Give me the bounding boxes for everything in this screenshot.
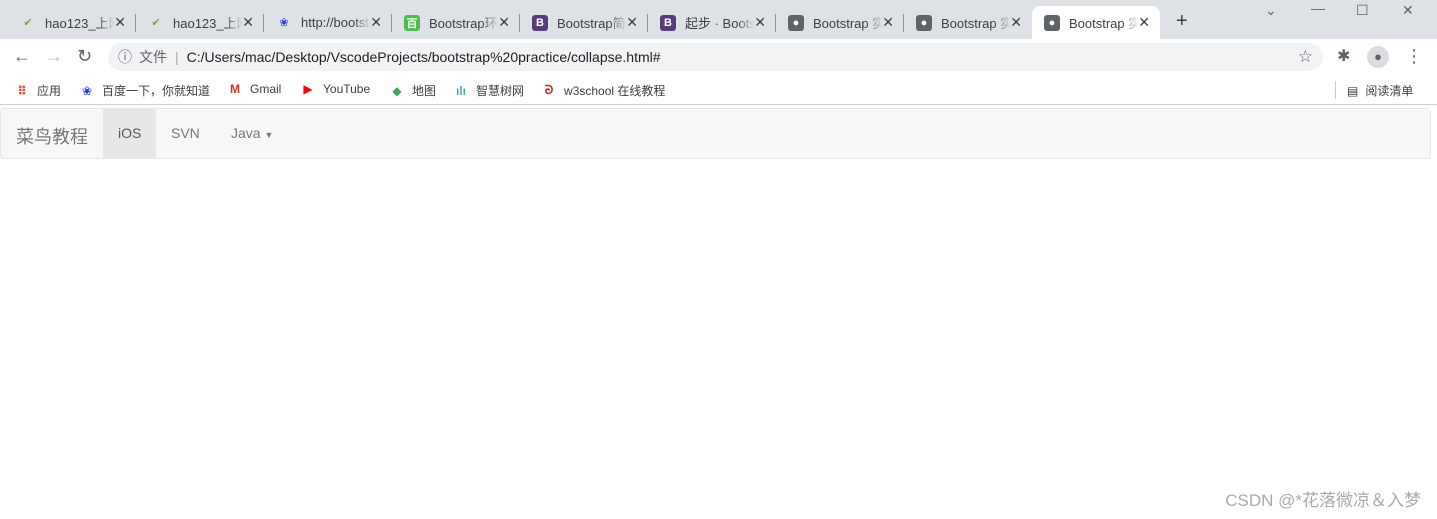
nav-item-java-label: Java: [231, 125, 261, 141]
watermark: CSDN @*花落微凉＆入梦: [1225, 491, 1421, 510]
nav-item-ios[interactable]: iOS: [103, 109, 157, 158]
close-tab-icon[interactable]: ✕: [370, 14, 382, 31]
globe-icon: ●: [916, 14, 932, 31]
back-button[interactable]: ←: [13, 46, 31, 67]
nav-item-svn[interactable]: SVN: [156, 109, 215, 158]
navbar-brand[interactable]: 菜鸟教程: [16, 123, 88, 149]
bookmark-label: 百度一下，你就知道: [102, 84, 211, 98]
bookmark-item[interactable]: ▶ YouTube: [300, 82, 370, 96]
bookmark-item[interactable]: ❀ 百度一下，你就知道: [79, 82, 210, 99]
tab-title: Bootstrap简介: [557, 16, 627, 31]
globe-icon: ●: [1044, 14, 1060, 31]
bookmark-item[interactable]: ılı 智慧树网: [453, 82, 524, 99]
caret-down-icon: ▼: [264, 130, 274, 140]
navbar: 菜鸟教程 iOS SVN Java ▼: [0, 108, 1431, 159]
gmail-icon: M: [230, 82, 240, 96]
bookmark-label: w3school 在线教程: [564, 84, 666, 98]
bookmark-star-icon[interactable]: ☆: [1298, 47, 1313, 67]
bookmark-item[interactable]: ᘐ w3school 在线教程: [541, 82, 666, 99]
browser-tab[interactable]: ● Bootstrap 实例✕: [1032, 6, 1160, 39]
close-tab-icon[interactable]: ✕: [882, 14, 894, 31]
baidu-icon: ❀: [279, 17, 289, 29]
tab-title: 起步 · Bootstrap: [685, 16, 755, 31]
divider: [1335, 81, 1336, 99]
info-icon[interactable]: ⓘ: [118, 47, 132, 67]
runoob-icon: 百: [404, 14, 420, 31]
bookmark-item[interactable]: M Gmail: [227, 82, 281, 96]
tab-title: Bootstrap 实例: [941, 16, 1011, 31]
globe-icon: ●: [788, 14, 804, 31]
close-tab-icon[interactable]: ✕: [754, 14, 766, 31]
url-text[interactable]: C:/Users/mac/Desktop/VscodeProjects/boot…: [187, 49, 661, 65]
w3school-icon: ᘐ: [544, 83, 554, 97]
hao123-icon: ✔: [23, 17, 33, 29]
bookmarks-bar: ⠿ 应用 ❀ 百度一下，你就知道 M Gmail ▶ YouTube ◆ 地图 ılı 智慧树网 ᘐ w3…: [0, 75, 1437, 105]
profile-avatar-icon[interactable]: ●: [1367, 46, 1389, 68]
close-tab-icon[interactable]: ✕: [114, 14, 126, 31]
hao123-icon: ✔: [151, 17, 161, 29]
minimize-button[interactable]: —: [1311, 0, 1325, 16]
browser-tab[interactable]: 百 Bootstrap环境✕: [392, 6, 520, 39]
bookmark-label: 智慧树网: [476, 84, 525, 98]
reading-list-button[interactable]: ▤ 阅读清单: [1347, 82, 1413, 99]
close-tab-icon[interactable]: ✕: [1138, 14, 1150, 31]
tab-title: Bootstrap 实例: [1069, 16, 1139, 31]
forward-button[interactable]: →: [45, 46, 63, 67]
tab-title: Bootstrap环境: [429, 16, 499, 31]
bookmark-item[interactable]: ⠿ 应用: [14, 82, 61, 99]
baidu-icon: ❀: [81, 83, 93, 98]
bootstrap-icon: B: [660, 14, 676, 31]
close-tab-icon[interactable]: ✕: [626, 14, 638, 31]
new-tab-button[interactable]: +: [1176, 10, 1188, 33]
browser-tab[interactable]: B Bootstrap简介✕: [520, 6, 648, 39]
apps-grid-icon: ⠿: [17, 83, 27, 98]
youtube-icon: ▶: [303, 82, 313, 96]
security-label: 文件: [139, 49, 167, 65]
tab-strip: ✔hao123_上网✕✔hao123_上网✕❀http://bootstrap✕…: [0, 0, 1437, 39]
bookmark-label: YouTube: [323, 82, 371, 96]
browser-tab[interactable]: ✔ hao123_上网 ✕: [136, 6, 264, 39]
reading-list-icon: ▤: [1347, 83, 1359, 98]
close-tab-icon[interactable]: ✕: [1010, 14, 1022, 31]
tab-title: http://bootstrap: [301, 15, 371, 30]
bootstrap-icon: B: [532, 14, 548, 31]
close-tab-icon[interactable]: ✕: [242, 14, 254, 31]
tab-title: hao123_上网: [45, 16, 115, 31]
browser-tab[interactable]: ● Bootstrap 实例✕: [776, 6, 904, 39]
reload-button[interactable]: ↻: [77, 46, 92, 67]
browser-tab[interactable]: ✔ hao123_上网 ✕: [8, 6, 136, 39]
reading-list-label: 阅读清单: [1365, 84, 1414, 98]
close-window-button[interactable]: ✕: [1402, 2, 1414, 19]
bookmark-label: Gmail: [250, 82, 282, 96]
browser-tab[interactable]: B 起步 · Bootstrap✕: [648, 6, 776, 39]
divider: |: [175, 49, 179, 65]
tab-title: Bootstrap 实例: [813, 16, 883, 31]
tab-title: hao123_上网: [173, 16, 243, 31]
bookmark-label: 地图: [412, 84, 437, 98]
zhihuishu-icon: ılı: [455, 83, 466, 98]
menu-kebab-icon[interactable]: ⋮: [1405, 46, 1423, 67]
browser-tab[interactable]: ● Bootstrap 实例✕: [904, 6, 1032, 39]
tab-search-icon[interactable]: ⌄: [1265, 2, 1277, 19]
close-tab-icon[interactable]: ✕: [498, 14, 510, 31]
extensions-icon[interactable]: ✱: [1337, 46, 1350, 66]
maximize-button[interactable]: ☐: [1356, 2, 1369, 19]
bookmark-item[interactable]: ◆ 地图: [389, 82, 436, 99]
maps-icon: ◆: [392, 83, 402, 98]
nav-item-java-dropdown[interactable]: Java ▼: [216, 109, 288, 158]
browser-tab[interactable]: ❀ http://bootstrap✕: [264, 6, 392, 39]
bookmark-label: 应用: [37, 84, 62, 98]
browser-toolbar: ← → ↻ ⓘ 文件 | C:/Users/mac/Desktop/Vscode…: [0, 39, 1437, 75]
address-bar[interactable]: ⓘ 文件 | C:/Users/mac/Desktop/VscodeProjec…: [108, 43, 1323, 71]
